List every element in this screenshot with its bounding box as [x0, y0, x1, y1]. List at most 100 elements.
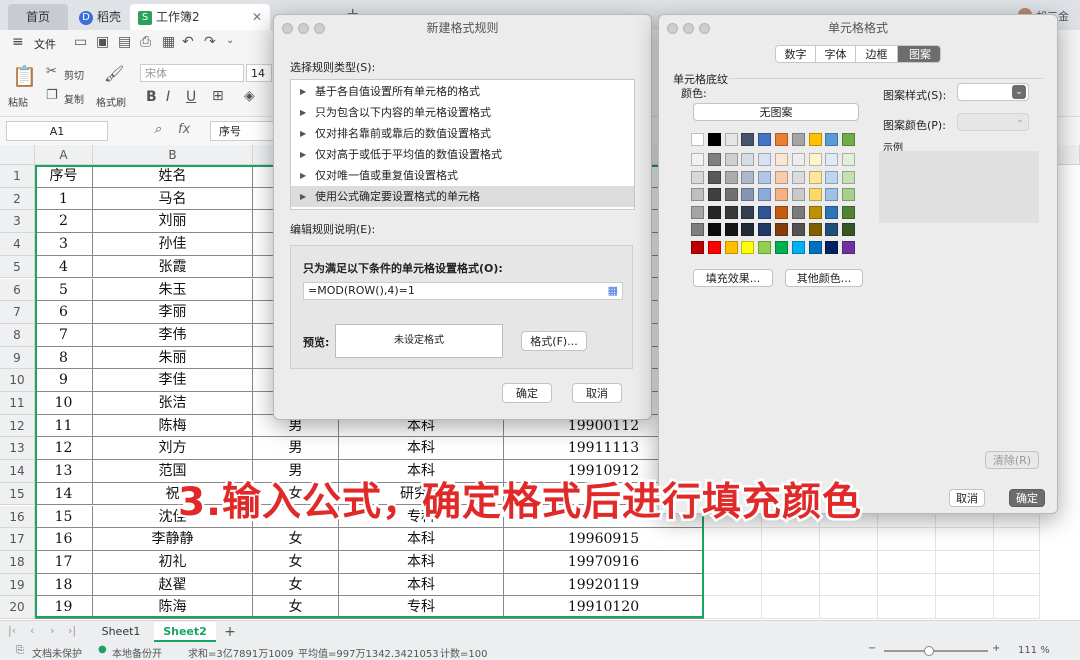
color-swatch[interactable]: [842, 170, 856, 184]
cell-name[interactable]: 张霞: [93, 255, 253, 279]
cell-seq[interactable]: 7: [35, 323, 93, 347]
format-painter-icon[interactable]: 🖌: [104, 64, 124, 83]
formula-field[interactable]: =MOD(ROW(),4)=1 ▦: [303, 282, 623, 300]
tab-home[interactable]: 首页: [8, 4, 68, 30]
color-swatch[interactable]: [775, 188, 788, 201]
cell-education[interactable]: 本科: [339, 573, 504, 597]
pattern-color-select[interactable]: ⌄: [957, 113, 1029, 131]
row-header[interactable]: 12: [0, 414, 35, 438]
color-swatch[interactable]: [842, 153, 856, 166]
standard-color-swatch[interactable]: [808, 241, 822, 254]
clear-button[interactable]: 清除(R): [985, 451, 1039, 469]
color-swatch[interactable]: [691, 170, 704, 184]
color-swatch[interactable]: [724, 205, 738, 219]
row-header[interactable]: 1: [0, 165, 35, 188]
cell-seq[interactable]: 2: [35, 210, 93, 234]
empty-cell[interactable]: [878, 528, 936, 551]
cell-seq[interactable]: 9: [35, 369, 93, 392]
cell-birthdate[interactable]: 19920119: [504, 573, 704, 597]
color-swatch[interactable]: [808, 223, 822, 236]
empty-cell[interactable]: [994, 596, 1040, 619]
cell-seq[interactable]: 5: [35, 278, 93, 302]
color-swatch[interactable]: [741, 205, 755, 219]
color-swatch[interactable]: [808, 133, 822, 146]
cell-seq[interactable]: 16: [35, 528, 93, 551]
protect-status[interactable]: 文档未保护: [32, 645, 82, 660]
color-swatch[interactable]: [707, 205, 721, 219]
more-dropdown-icon[interactable]: ⌄: [226, 35, 234, 46]
color-swatch[interactable]: [791, 223, 805, 236]
cell-name[interactable]: 李静静: [93, 528, 253, 551]
color-swatch[interactable]: [707, 153, 721, 166]
standard-color-swatch[interactable]: [775, 241, 788, 254]
fx-icon[interactable]: fx: [178, 122, 190, 137]
copy-icon[interactable]: ❐: [46, 88, 58, 103]
empty-cell[interactable]: [994, 528, 1040, 551]
row-header[interactable]: 16: [0, 505, 35, 529]
color-swatch[interactable]: [758, 170, 772, 184]
color-swatch[interactable]: [741, 170, 755, 184]
tab-pattern[interactable]: 图案: [898, 46, 940, 62]
color-swatch[interactable]: [724, 133, 738, 146]
column-header-b[interactable]: B: [93, 145, 253, 165]
color-swatch[interactable]: [691, 188, 704, 201]
cell-seq[interactable]: 11: [35, 414, 93, 438]
empty-cell[interactable]: [704, 528, 762, 551]
undo-icon[interactable]: ↶: [182, 34, 194, 50]
standard-color-swatch[interactable]: [741, 241, 755, 254]
color-swatch[interactable]: [691, 153, 704, 166]
color-swatch[interactable]: [758, 223, 772, 236]
empty-cell[interactable]: [936, 528, 994, 551]
open-folder-icon[interactable]: ▭: [74, 34, 87, 50]
color-swatch[interactable]: [741, 153, 755, 166]
color-swatch[interactable]: [691, 133, 704, 146]
cell-name[interactable]: 陈梅: [93, 414, 253, 438]
scissors-icon[interactable]: ✂: [46, 64, 57, 79]
last-sheet-icon[interactable]: ›|: [68, 624, 76, 637]
paste-icon[interactable]: 📋: [12, 64, 37, 88]
cell-birthdate[interactable]: 19970916: [504, 550, 704, 574]
fill-color-icon[interactable]: ◈: [244, 88, 255, 104]
color-swatch[interactable]: [842, 223, 856, 236]
color-swatch[interactable]: [724, 223, 738, 236]
bold-icon[interactable]: B: [146, 89, 157, 105]
cell-seq[interactable]: 1: [35, 187, 93, 211]
color-swatch[interactable]: [825, 133, 839, 146]
empty-cell[interactable]: [762, 550, 820, 574]
ok-button[interactable]: 确定: [1009, 489, 1045, 507]
copy-label[interactable]: 复制: [64, 91, 84, 106]
standard-color-swatch[interactable]: [825, 241, 839, 254]
tab-workbook[interactable]: S 工作簿2 ✕: [130, 4, 270, 30]
color-swatch[interactable]: [808, 170, 822, 184]
fill-effect-button[interactable]: 填充效果...: [693, 269, 773, 287]
add-sheet-icon[interactable]: +: [222, 622, 238, 642]
cell-name[interactable]: 张洁: [93, 392, 253, 415]
color-swatch[interactable]: [691, 223, 704, 236]
color-swatch[interactable]: [791, 153, 805, 166]
color-swatch[interactable]: [825, 170, 839, 184]
cancel-button[interactable]: 取消: [949, 489, 985, 507]
empty-cell[interactable]: [936, 550, 994, 574]
no-pattern-button[interactable]: 无图案: [693, 103, 859, 121]
cell-seq[interactable]: 13: [35, 460, 93, 483]
cell-name[interactable]: 刘丽: [93, 210, 253, 234]
color-swatch[interactable]: [775, 170, 788, 184]
formula-input[interactable]: 序号: [210, 121, 280, 141]
cell-seq[interactable]: 17: [35, 550, 93, 574]
paste-label[interactable]: 粘贴: [8, 94, 28, 109]
row-header[interactable]: 7: [0, 301, 35, 324]
cell-name[interactable]: 刘方: [93, 437, 253, 461]
color-swatch[interactable]: [758, 153, 772, 166]
ok-button[interactable]: 确定: [502, 383, 552, 403]
row-header[interactable]: 14: [0, 460, 35, 483]
cell-seq[interactable]: 18: [35, 573, 93, 597]
color-swatch[interactable]: [707, 223, 721, 236]
row-header[interactable]: 18: [0, 550, 35, 574]
cell-name[interactable]: 陈海: [93, 596, 253, 619]
save-icon[interactable]: ▣: [96, 34, 109, 50]
cell-birthdate[interactable]: 19960915: [504, 528, 704, 551]
cell-name[interactable]: 李丽: [93, 301, 253, 324]
empty-cell[interactable]: [762, 528, 820, 551]
color-swatch[interactable]: [808, 205, 822, 219]
zoom-icon[interactable]: ⌕: [154, 122, 161, 137]
